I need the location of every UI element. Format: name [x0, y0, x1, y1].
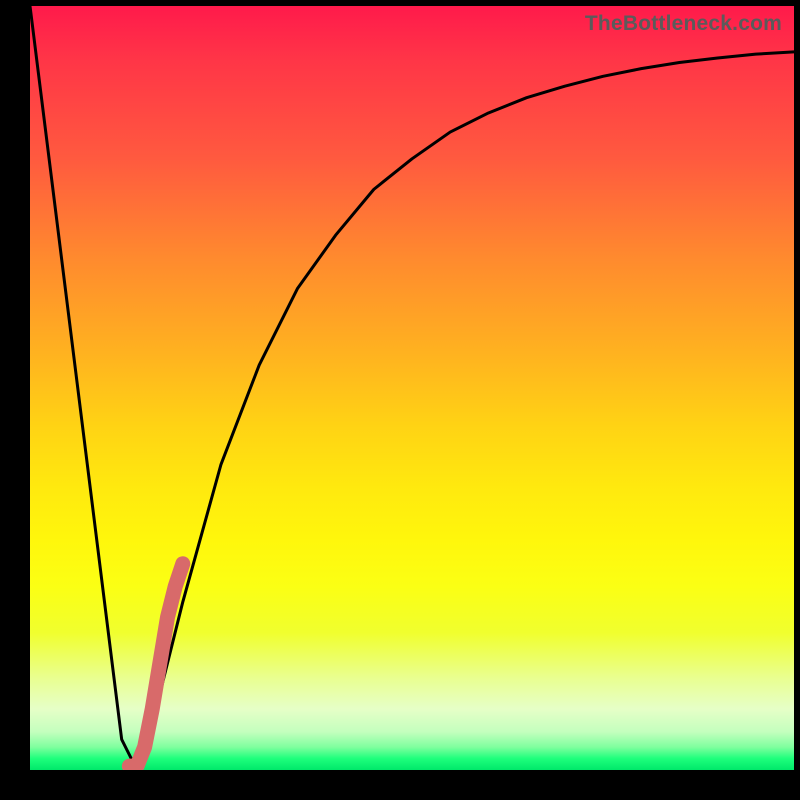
axis-pad-bottom — [0, 770, 800, 800]
bottleneck-curve — [30, 6, 794, 770]
highlight-segment — [129, 564, 182, 766]
chart-svg — [30, 6, 794, 770]
axis-pad-left — [0, 0, 30, 800]
plot-area: TheBottleneck.com — [30, 6, 794, 770]
chart-frame: TheBottleneck.com — [0, 0, 800, 800]
